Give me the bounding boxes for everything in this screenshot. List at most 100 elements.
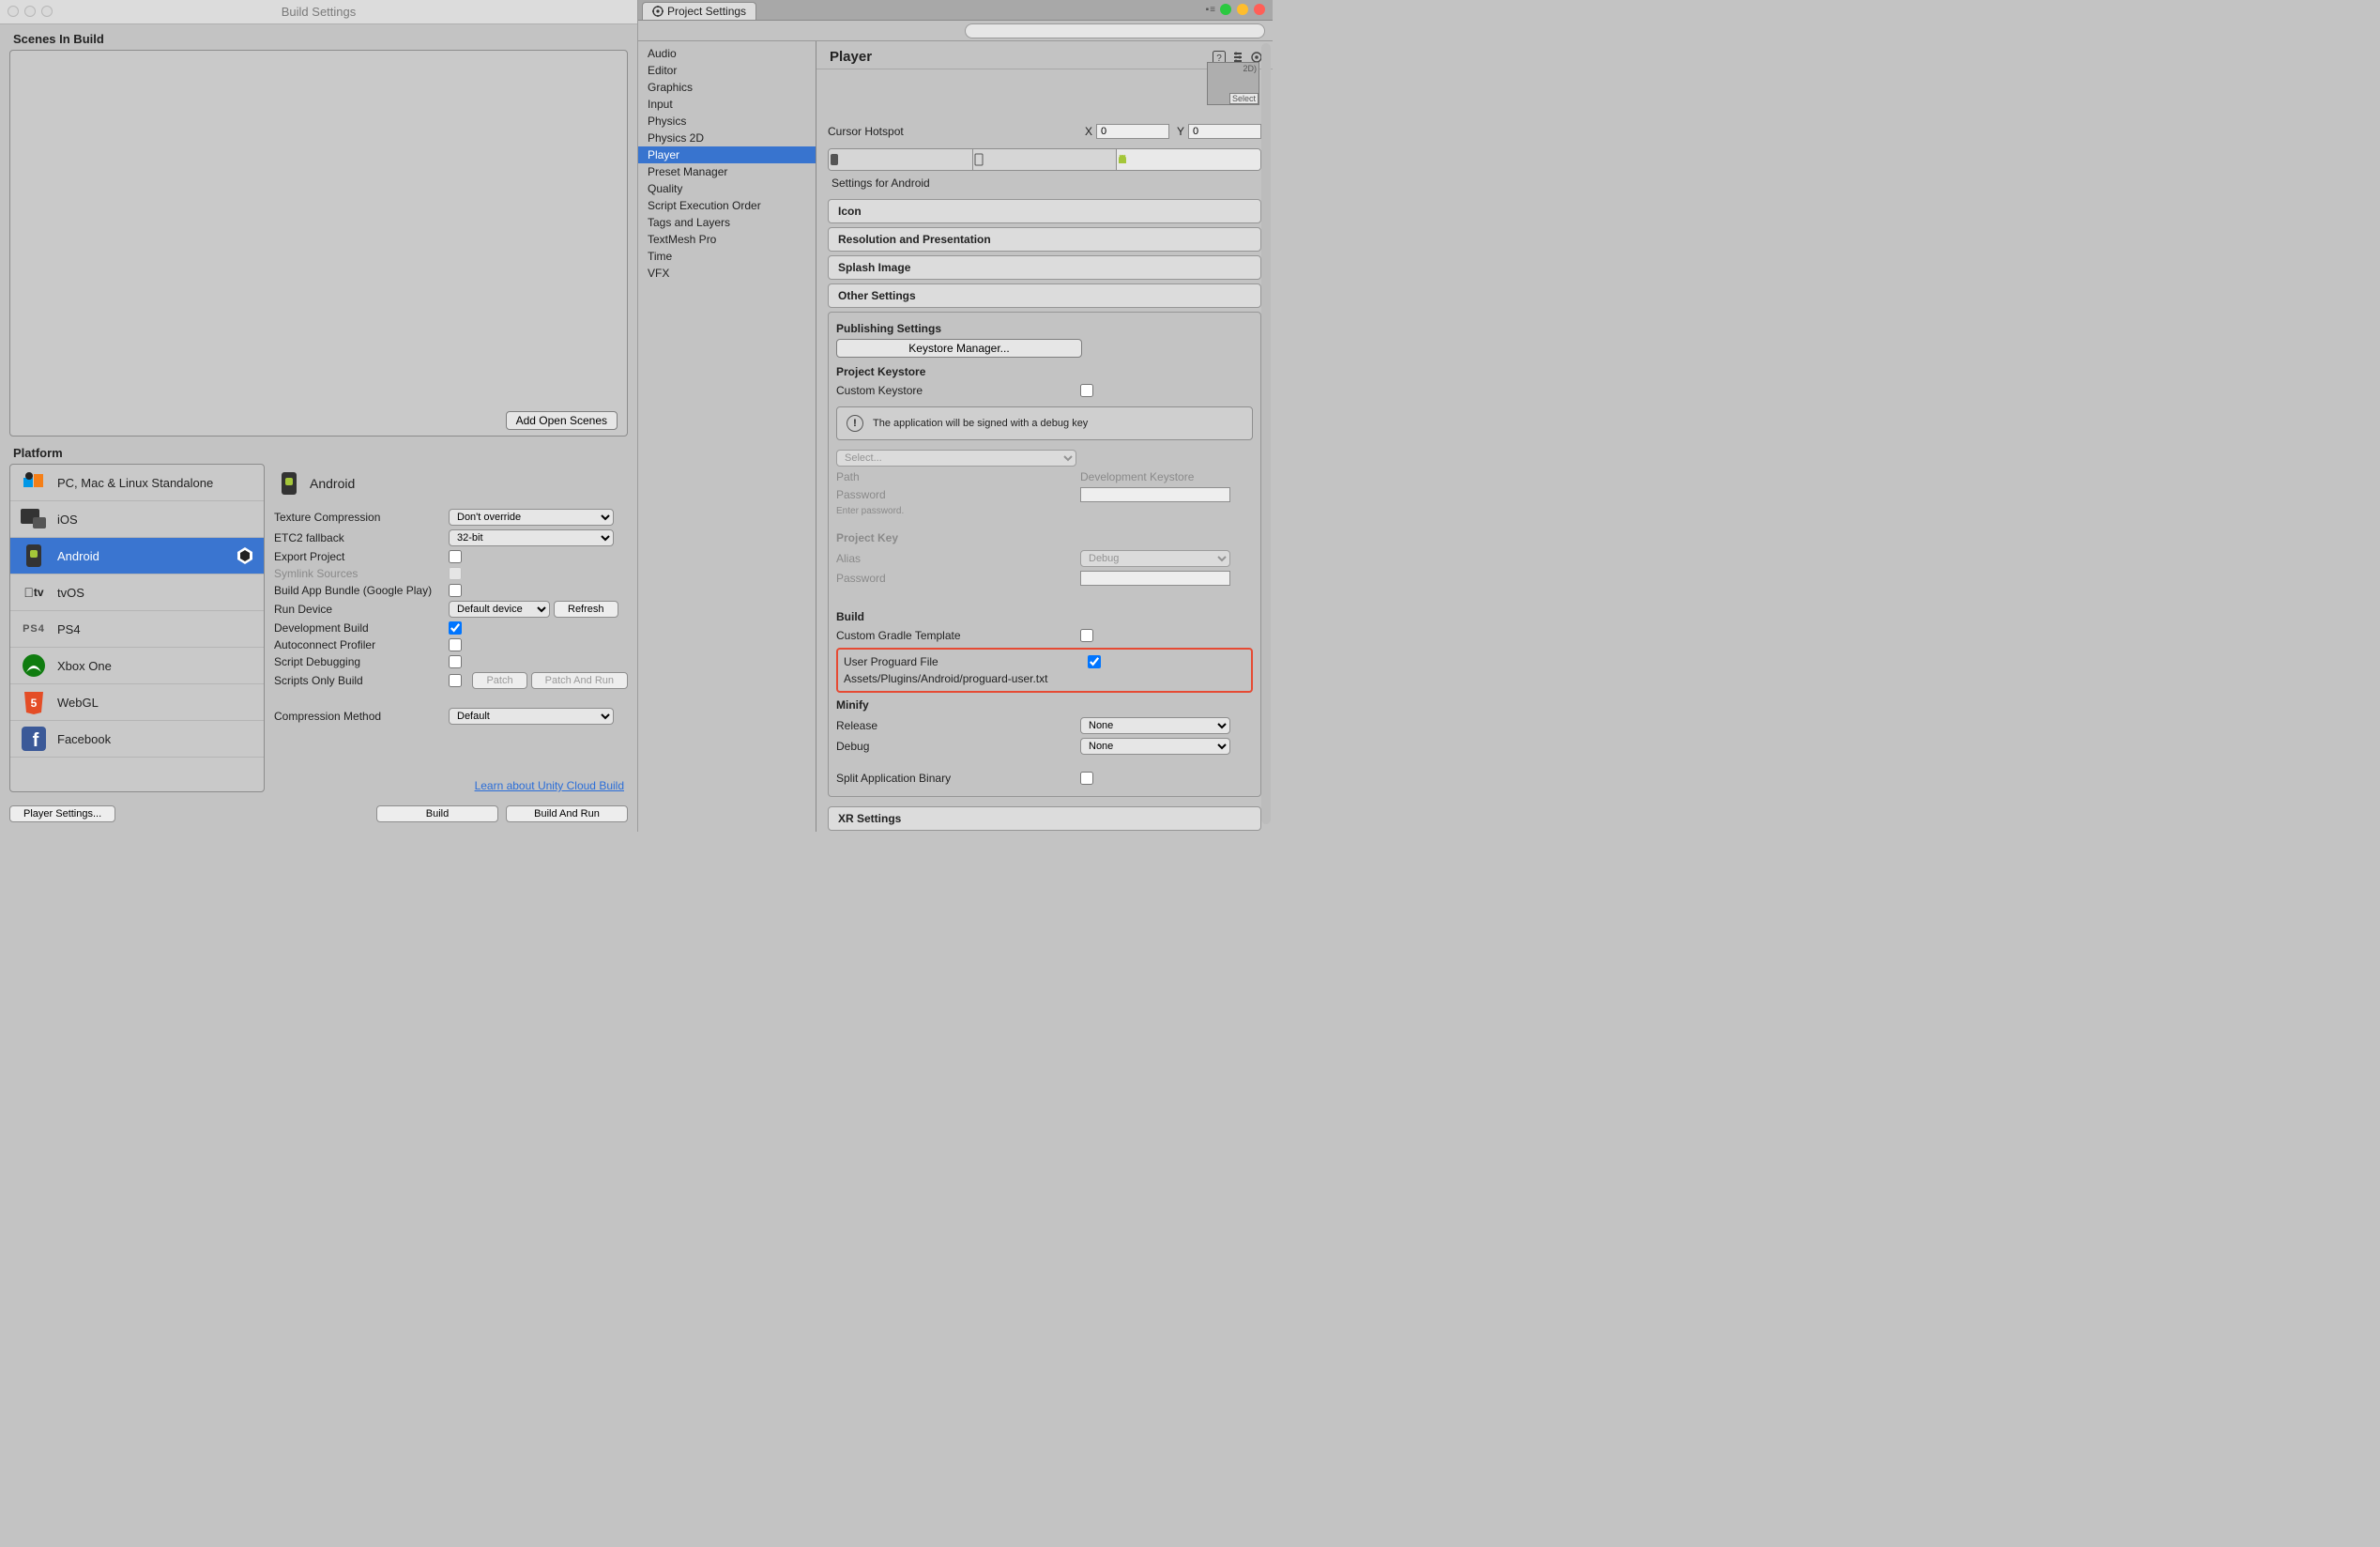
platform-label-text: iOS bbox=[57, 513, 78, 527]
user-proguard-label: User Proguard File bbox=[844, 655, 1088, 668]
minify-debug-select[interactable]: None bbox=[1080, 738, 1230, 755]
compression-method-select[interactable]: Default bbox=[449, 708, 614, 725]
cursor-x-input[interactable] bbox=[1096, 124, 1169, 139]
platform-item-xboxone[interactable]: Xbox One bbox=[10, 648, 264, 684]
close-icon[interactable] bbox=[1254, 4, 1265, 15]
key-password-label: Password bbox=[836, 572, 1080, 585]
section-resolution[interactable]: Resolution and Presentation bbox=[828, 227, 1261, 252]
split-binary-checkbox[interactable] bbox=[1080, 772, 1093, 785]
player-settings-button[interactable]: Player Settings... bbox=[9, 805, 115, 822]
facebook-icon: f bbox=[20, 725, 48, 753]
sidebar-item-graphics[interactable]: Graphics bbox=[638, 79, 816, 96]
section-splash[interactable]: Splash Image bbox=[828, 255, 1261, 280]
export-project-checkbox[interactable] bbox=[449, 550, 462, 563]
cloud-build-link[interactable]: Learn about Unity Cloud Build bbox=[475, 779, 624, 792]
platform-label-text: tvOS bbox=[57, 586, 84, 600]
build-options-panel: Android Texture Compression Don't overri… bbox=[274, 464, 628, 792]
cursor-y-label: Y bbox=[1177, 125, 1184, 138]
scripts-only-build-checkbox[interactable] bbox=[449, 674, 462, 687]
user-proguard-checkbox[interactable] bbox=[1088, 655, 1101, 668]
section-other[interactable]: Other Settings bbox=[828, 283, 1261, 308]
keystore-password-input bbox=[1080, 487, 1230, 502]
sidebar-item-quality[interactable]: Quality bbox=[638, 180, 816, 197]
ps4-icon: PS4 bbox=[20, 615, 48, 643]
development-build-label: Development Build bbox=[274, 621, 449, 635]
build-app-bundle-checkbox[interactable] bbox=[449, 584, 462, 597]
scenes-in-build-header: Scenes In Build bbox=[0, 24, 637, 50]
build-button[interactable]: Build bbox=[376, 805, 498, 822]
development-build-checkbox[interactable] bbox=[449, 621, 462, 635]
search-input[interactable] bbox=[965, 23, 1265, 38]
sidebar-item-tagslayers[interactable]: Tags and Layers bbox=[638, 214, 816, 231]
etc2-fallback-select[interactable]: 32-bit bbox=[449, 529, 614, 546]
autoconnect-profiler-checkbox[interactable] bbox=[449, 638, 462, 651]
minimize-icon bbox=[24, 6, 36, 17]
build-settings-titlebar: Build Settings bbox=[0, 0, 637, 24]
platform-tabs bbox=[828, 148, 1261, 171]
script-debugging-label: Script Debugging bbox=[274, 655, 449, 668]
unity-icon bbox=[236, 546, 254, 565]
refresh-button[interactable]: Refresh bbox=[554, 601, 618, 618]
project-keystore-header: Project Keystore bbox=[836, 365, 1253, 378]
scrollbar-thumb[interactable] bbox=[1261, 43, 1271, 824]
player-settings-pane: Player ? 2D) Select Cursor Hotspot X Y bbox=[816, 41, 1273, 832]
debug-key-warning: ! The application will be signed with a … bbox=[836, 406, 1253, 440]
android-icon bbox=[20, 542, 48, 570]
sidebar-item-input[interactable]: Input bbox=[638, 96, 816, 113]
texture-compression-select[interactable]: Don't override bbox=[449, 509, 614, 526]
custom-gradle-checkbox[interactable] bbox=[1080, 629, 1093, 642]
sidebar-item-vfx[interactable]: VFX bbox=[638, 265, 816, 282]
sidebar-item-physics2d[interactable]: Physics 2D bbox=[638, 130, 816, 146]
script-debugging-checkbox[interactable] bbox=[449, 655, 462, 668]
platform-item-ios[interactable]: iOS bbox=[10, 501, 264, 538]
platform-item-tvos[interactable]: tv tvOS bbox=[10, 574, 264, 611]
alias-label: Alias bbox=[836, 552, 1080, 565]
platform-label-text: WebGL bbox=[57, 696, 99, 710]
zoom-icon[interactable] bbox=[1220, 4, 1231, 15]
platform-item-ps4[interactable]: PS4 PS4 bbox=[10, 611, 264, 648]
platform-item-webgl[interactable]: 5 WebGL bbox=[10, 684, 264, 721]
minify-debug-label: Debug bbox=[836, 740, 1080, 753]
dock-menu-icon[interactable]: ▪≡ bbox=[1206, 5, 1216, 15]
build-and-run-button[interactable]: Build And Run bbox=[506, 805, 628, 822]
tab-standalone[interactable] bbox=[829, 149, 973, 170]
sidebar-item-time[interactable]: Time bbox=[638, 248, 816, 265]
sidebar-item-player[interactable]: Player bbox=[638, 146, 816, 163]
publishing-settings-header[interactable]: Publishing Settings bbox=[836, 322, 1253, 335]
custom-keystore-checkbox[interactable] bbox=[1080, 384, 1093, 397]
run-device-select[interactable]: Default device bbox=[449, 601, 550, 618]
keystore-manager-button[interactable]: Keystore Manager... bbox=[836, 339, 1082, 358]
build-app-bundle-label: Build App Bundle (Google Play) bbox=[274, 584, 449, 597]
add-open-scenes-button[interactable]: Add Open Scenes bbox=[506, 411, 618, 430]
tab-android[interactable] bbox=[1117, 149, 1260, 170]
sidebar-item-textmeshpro[interactable]: TextMesh Pro bbox=[638, 231, 816, 248]
gear-icon bbox=[652, 6, 664, 17]
tab-ios[interactable] bbox=[973, 149, 1118, 170]
cursor-y-input[interactable] bbox=[1188, 124, 1261, 139]
platform-item-standalone[interactable]: PC, Mac & Linux Standalone bbox=[10, 465, 264, 501]
project-settings-window: Project Settings ▪≡ 🔍︎ Audio Editor Grap… bbox=[638, 0, 1273, 832]
project-settings-tab[interactable]: Project Settings bbox=[642, 2, 756, 20]
sidebar-item-presetmanager[interactable]: Preset Manager bbox=[638, 163, 816, 180]
appletv-icon: tv bbox=[20, 578, 48, 606]
minify-release-select[interactable]: None bbox=[1080, 717, 1230, 734]
tab-label: Project Settings bbox=[667, 5, 746, 18]
minimize-icon[interactable] bbox=[1237, 4, 1248, 15]
keystore-password-label: Password bbox=[836, 488, 1080, 501]
section-icon[interactable]: Icon bbox=[828, 199, 1261, 223]
sidebar-item-editor[interactable]: Editor bbox=[638, 62, 816, 79]
sidebar-item-physics[interactable]: Physics bbox=[638, 113, 816, 130]
sidebar-item-scriptorder[interactable]: Script Execution Order bbox=[638, 197, 816, 214]
platform-item-android[interactable]: Android bbox=[10, 538, 264, 574]
cursor-x-label: X bbox=[1085, 125, 1092, 138]
section-publishing: Publishing Settings Keystore Manager... … bbox=[828, 312, 1261, 797]
texture-compression-label: Texture Compression bbox=[274, 511, 449, 524]
xbox-icon bbox=[20, 651, 48, 680]
platform-item-facebook[interactable]: f Facebook bbox=[10, 721, 264, 758]
section-xr[interactable]: XR Settings bbox=[828, 806, 1261, 831]
build-header: Build bbox=[836, 610, 1253, 623]
ios-icon bbox=[20, 505, 48, 533]
scenes-list[interactable]: Add Open Scenes bbox=[9, 50, 628, 437]
path-value: Development Keystore bbox=[1080, 470, 1194, 483]
sidebar-item-audio[interactable]: Audio bbox=[638, 45, 816, 62]
